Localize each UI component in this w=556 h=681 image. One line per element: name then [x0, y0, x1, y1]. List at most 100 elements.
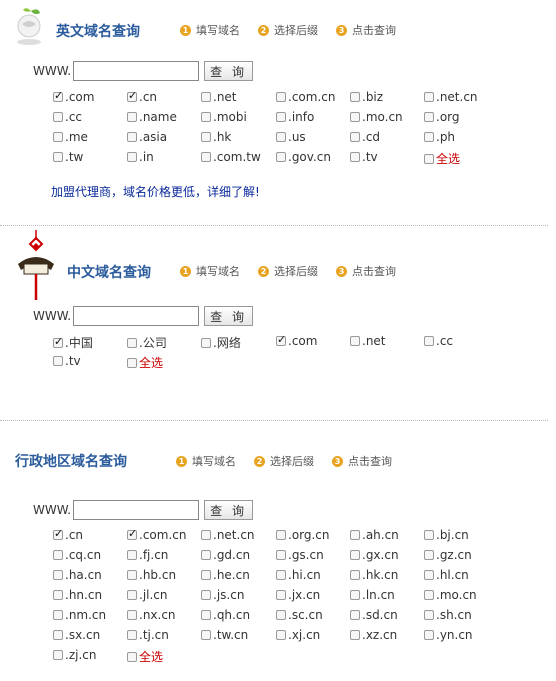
- regional-suffix-sd-cn[interactable]: .sd.cn: [350, 608, 398, 622]
- regional-suffix-com-cn[interactable]: .com.cn: [127, 527, 186, 542]
- english-suffix-tv[interactable]: .tv: [350, 150, 378, 164]
- regional-search-button[interactable]: 查 询: [204, 500, 254, 520]
- suffix-checkbox[interactable]: [201, 337, 211, 348]
- english-search-button[interactable]: 查 询: [204, 61, 254, 81]
- english-suffix-com-tw[interactable]: .com.tw: [201, 150, 261, 164]
- suffix-checkbox[interactable]: [127, 152, 137, 162]
- suffix-checkbox[interactable]: [127, 550, 137, 560]
- regional-suffix-hb-cn[interactable]: .hb.cn: [127, 568, 176, 582]
- english-select-all[interactable]: 全选: [424, 150, 460, 167]
- suffix-checkbox[interactable]: [350, 590, 360, 600]
- english-suffix-hk[interactable]: .hk: [201, 130, 231, 144]
- suffix-checkbox[interactable]: [350, 550, 360, 560]
- english-suffix-in[interactable]: .in: [127, 150, 154, 164]
- regional-suffix-qh-cn[interactable]: .qh.cn: [201, 608, 250, 622]
- regional-suffix-jx-cn[interactable]: .jx.cn: [276, 588, 320, 602]
- regional-suffix-ah-cn[interactable]: .ah.cn: [350, 528, 399, 542]
- regional-select-all[interactable]: 全选: [127, 648, 163, 665]
- regional-suffix-zj-cn[interactable]: .zj.cn: [53, 648, 96, 662]
- english-suffix-ph[interactable]: .ph: [424, 130, 455, 144]
- suffix-checkbox[interactable]: [276, 570, 286, 580]
- suffix-checkbox[interactable]: [350, 610, 360, 620]
- regional-suffix-nm-cn[interactable]: .nm.cn: [53, 608, 106, 622]
- suffix-checkbox[interactable]: [53, 570, 63, 580]
- suffix-checkbox[interactable]: [127, 570, 137, 580]
- chinese-suffix-cc[interactable]: .cc: [424, 334, 453, 348]
- regional-suffix-he-cn[interactable]: .he.cn: [201, 568, 250, 582]
- regional-suffix-sx-cn[interactable]: .sx.cn: [53, 628, 100, 642]
- suffix-checkbox[interactable]: [53, 89, 63, 102]
- suffix-checkbox[interactable]: [350, 132, 360, 142]
- english-suffix-mobi[interactable]: .mobi: [201, 110, 247, 124]
- suffix-checkbox[interactable]: [201, 530, 211, 540]
- chinese-suffix-com[interactable]: .com: [276, 333, 317, 348]
- regional-suffix-xj-cn[interactable]: .xj.cn: [276, 628, 320, 642]
- regional-suffix-xz-cn[interactable]: .xz.cn: [350, 628, 397, 642]
- regional-suffix-gd-cn[interactable]: .gd.cn: [201, 548, 250, 562]
- english-suffix-com[interactable]: .com: [53, 89, 94, 104]
- regional-suffix-sh-cn[interactable]: .sh.cn: [424, 608, 472, 622]
- regional-suffix-sc-cn[interactable]: .sc.cn: [276, 608, 323, 622]
- suffix-checkbox[interactable]: [201, 112, 211, 122]
- suffix-checkbox[interactable]: [127, 630, 137, 640]
- suffix-checkbox[interactable]: [424, 550, 434, 560]
- suffix-checkbox[interactable]: [127, 610, 137, 620]
- regional-suffix-gs-cn[interactable]: .gs.cn: [276, 548, 324, 562]
- chinese-select-all[interactable]: 全选: [127, 354, 163, 371]
- suffix-checkbox[interactable]: [276, 630, 286, 640]
- regional-suffix-cn[interactable]: .cn: [53, 527, 83, 542]
- regional-suffix-net-cn[interactable]: .net.cn: [201, 528, 255, 542]
- english-suffix-info[interactable]: .info: [276, 110, 314, 124]
- english-suffix-org[interactable]: .org: [424, 110, 460, 124]
- chinese-search-button[interactable]: 查 询: [204, 306, 254, 326]
- regional-suffix-hi-cn[interactable]: .hi.cn: [276, 568, 321, 582]
- english-suffix-com-cn[interactable]: .com.cn: [276, 90, 335, 104]
- suffix-checkbox[interactable]: [53, 112, 63, 122]
- chinese-suffix-net[interactable]: .net: [350, 334, 386, 348]
- suffix-checkbox[interactable]: [201, 132, 211, 142]
- english-suffix-net-cn[interactable]: .net.cn: [424, 90, 478, 104]
- english-suffix-name[interactable]: .name: [127, 110, 177, 124]
- suffix-checkbox[interactable]: [424, 132, 434, 142]
- chinese-suffix-网络[interactable]: .网络: [201, 334, 241, 351]
- regional-suffix-cq-cn[interactable]: .cq.cn: [53, 548, 101, 562]
- chinese-suffix-中国[interactable]: .中国: [53, 334, 93, 351]
- suffix-checkbox[interactable]: [276, 112, 286, 122]
- agent-promo-link[interactable]: 加盟代理商，域名价格更低，详细了解!: [51, 183, 260, 200]
- chinese-suffix-公司[interactable]: .公司: [127, 334, 167, 351]
- suffix-checkbox[interactable]: [276, 530, 286, 540]
- chinese-suffix-tv[interactable]: .tv: [53, 354, 81, 368]
- suffix-checkbox[interactable]: [276, 152, 286, 162]
- suffix-checkbox[interactable]: [127, 112, 137, 122]
- suffix-checkbox[interactable]: [350, 336, 360, 346]
- regional-suffix-tj-cn[interactable]: .tj.cn: [127, 628, 169, 642]
- regional-suffix-tw-cn[interactable]: .tw.cn: [201, 628, 248, 642]
- regional-suffix-jl-cn[interactable]: .jl.cn: [127, 588, 168, 602]
- suffix-checkbox[interactable]: [350, 570, 360, 580]
- suffix-checkbox[interactable]: [424, 530, 434, 540]
- suffix-checkbox[interactable]: [276, 590, 286, 600]
- regional-suffix-bj-cn[interactable]: .bj.cn: [424, 528, 469, 542]
- suffix-checkbox[interactable]: [53, 550, 63, 560]
- suffix-checkbox[interactable]: [350, 152, 360, 162]
- suffix-checkbox[interactable]: [350, 630, 360, 640]
- suffix-checkbox[interactable]: [424, 112, 434, 122]
- suffix-checkbox[interactable]: [350, 92, 360, 102]
- suffix-checkbox[interactable]: [53, 132, 63, 142]
- suffix-checkbox[interactable]: [53, 335, 63, 348]
- english-suffix-cd[interactable]: .cd: [350, 130, 380, 144]
- chinese-domain-input[interactable]: [73, 306, 200, 326]
- regional-suffix-yn-cn[interactable]: .yn.cn: [424, 628, 473, 642]
- select-all-checkbox[interactable]: [127, 651, 137, 662]
- regional-suffix-org-cn[interactable]: .org.cn: [276, 528, 330, 542]
- regional-suffix-js-cn[interactable]: .js.cn: [201, 588, 244, 602]
- suffix-checkbox[interactable]: [201, 92, 211, 102]
- regional-suffix-ha-cn[interactable]: .ha.cn: [53, 568, 102, 582]
- regional-suffix-ln-cn[interactable]: .ln.cn: [350, 588, 395, 602]
- suffix-checkbox[interactable]: [127, 590, 137, 600]
- suffix-checkbox[interactable]: [201, 610, 211, 620]
- suffix-checkbox[interactable]: [53, 590, 63, 600]
- suffix-checkbox[interactable]: [276, 333, 286, 346]
- regional-suffix-gz-cn[interactable]: .gz.cn: [424, 548, 472, 562]
- suffix-checkbox[interactable]: [53, 152, 63, 162]
